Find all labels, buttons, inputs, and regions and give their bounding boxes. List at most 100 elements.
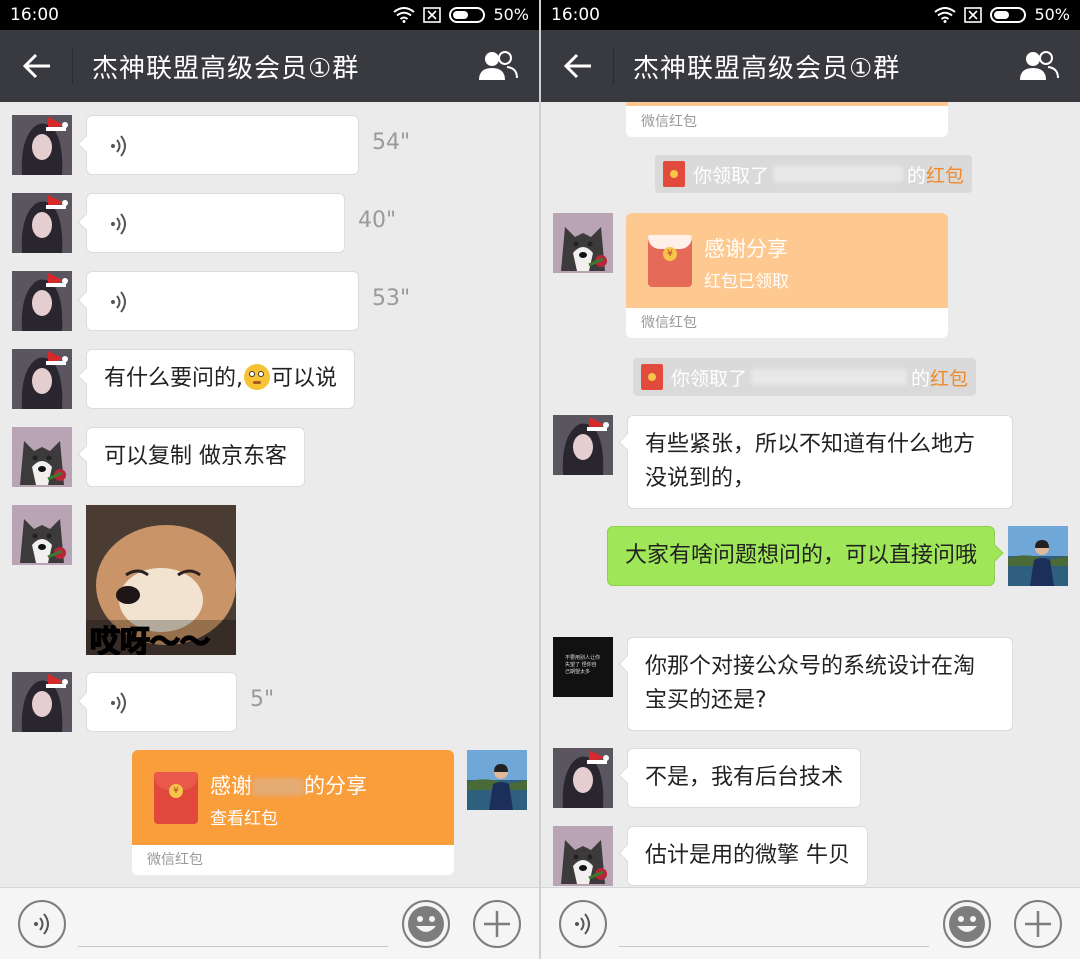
smiley-icon [408, 906, 444, 942]
battery-level: 50% [493, 5, 529, 24]
message-text: 不是，我有后台技术 [645, 765, 844, 790]
battery-icon [449, 6, 486, 23]
voice-icon [111, 213, 126, 235]
avatar-husky[interactable] [12, 505, 72, 565]
flushed-emoji-icon [244, 364, 270, 390]
message-text: 估计是用的微擎 牛贝 [645, 843, 850, 868]
voice-duration: 40" [358, 208, 397, 233]
voice-duration: 53" [372, 286, 411, 311]
text-message[interactable]: 估计是用的微擎 牛贝 [618, 826, 868, 886]
back-arrow-icon[interactable] [563, 52, 593, 80]
avatar-girl[interactable] [553, 415, 613, 475]
text-message[interactable]: 可以复制 做京东客 [77, 427, 305, 487]
red-packet-link[interactable]: 红包 [930, 364, 968, 391]
input-bar [541, 887, 1080, 959]
message-text: 有什么要问的, [104, 366, 243, 391]
emoji-button[interactable] [402, 900, 450, 948]
message-text: 有些紧张，所以不知道有什么地方没说到的， [645, 432, 976, 491]
group-members-icon[interactable] [1018, 50, 1060, 82]
avatar-girl[interactable] [553, 748, 613, 808]
status-time: 16:00 [10, 5, 59, 25]
voice-message[interactable] [77, 271, 359, 331]
message-input[interactable] [619, 946, 929, 947]
plus-icon [484, 911, 510, 937]
red-packet-footer: 微信红包 [641, 315, 697, 331]
avatar-girl[interactable] [12, 115, 72, 175]
status-time: 16:00 [551, 5, 600, 25]
avatar-self[interactable] [467, 750, 527, 810]
right-screen: 16:00 50% 杰神联盟高级会员①群 微信红包 你领取了 的 红包 ¥ 感谢… [541, 0, 1080, 959]
chat-title: 杰神联盟高级会员①群 [92, 54, 360, 84]
voice-message[interactable] [77, 672, 237, 732]
avatar-dark-quote[interactable]: 不要用别人让你失望了 怪你自己期望太多 [553, 637, 613, 697]
system-text: 的 [907, 164, 927, 187]
voice-input-button[interactable] [18, 900, 66, 948]
group-members-icon[interactable] [477, 50, 519, 82]
red-packet-message[interactable]: 微信红包 [626, 102, 948, 137]
red-packet-title-suffix: 的分享 [304, 774, 367, 798]
red-packet-icon [663, 161, 685, 187]
message-list[interactable]: 54" 40" 53" 有什么要问的, 可以说 可以复制 做京东客 哎呀～～ 5… [0, 102, 539, 887]
back-arrow-icon[interactable] [22, 52, 52, 80]
red-packet-link[interactable]: 红包 [926, 161, 964, 188]
red-packet-title-prefix: 感谢 [210, 774, 252, 798]
avatar-self[interactable] [1008, 526, 1068, 586]
avatar-girl[interactable] [12, 672, 72, 732]
input-bar [0, 887, 539, 959]
message-text: 可以复制 做京东客 [104, 444, 287, 469]
message-input[interactable] [78, 946, 388, 947]
text-message[interactable]: 你那个对接公众号的系统设计在淘宝买的还是? [618, 637, 1013, 731]
sent-message[interactable]: 大家有啥问题想问的，可以直接问哦 [607, 526, 1004, 586]
voice-message[interactable] [77, 115, 359, 175]
message-text: 你那个对接公众号的系统设计在淘宝买的还是? [645, 654, 976, 713]
battery-icon [990, 6, 1027, 23]
system-message: 你领取了 的红包 [655, 155, 973, 193]
avatar-husky[interactable] [553, 213, 613, 273]
wifi-icon [393, 6, 416, 23]
red-envelope-icon: ¥ [154, 772, 198, 824]
red-packet-message[interactable]: ¥ 感谢分享 红包已领取 微信红包 [626, 213, 948, 338]
more-button[interactable] [473, 900, 521, 948]
left-screen: 16:00 50% 杰神联盟高级会员①群 54" 40" 53" 有什么要问的,… [0, 0, 539, 959]
text-message[interactable]: 有些紧张，所以不知道有什么地方没说到的， [618, 415, 1013, 509]
message-text: 可以说 [271, 366, 338, 391]
message-list[interactable]: 微信红包 你领取了的红包 ¥ 感谢分享 红包已领取 微信红包 你领取了的红包 有… [541, 102, 1080, 887]
message-text: 大家有啥问题想问的，可以直接问哦 [625, 543, 978, 568]
chat-title: 杰神联盟高级会员①群 [633, 54, 901, 84]
emoji-button[interactable] [943, 900, 991, 948]
text-message[interactable]: 不是，我有后台技术 [618, 748, 862, 808]
system-text: 你领取了 [693, 164, 770, 187]
avatar-girl[interactable] [12, 271, 72, 331]
text-message[interactable]: 有什么要问的, 可以说 [77, 349, 356, 409]
voice-icon [111, 135, 126, 157]
system-text: 的 [911, 367, 931, 390]
red-envelope-icon: ¥ [648, 235, 692, 287]
red-packet-message[interactable]: ¥ 感谢 的分享 查看红包 微信红包 [132, 750, 454, 875]
voice-icon [111, 291, 126, 313]
avatar-girl[interactable] [12, 193, 72, 253]
voice-input-button[interactable] [559, 900, 607, 948]
red-packet-title: 感谢分享 [704, 237, 788, 261]
avatar-quote-text: 不要用别人让你失望了 怪你自己期望太多 [565, 655, 601, 675]
voice-duration: 5" [250, 687, 275, 712]
system-text: 你领取了 [671, 367, 748, 390]
avatar-girl[interactable] [12, 349, 72, 409]
voice-icon [111, 692, 126, 714]
red-packet-subtitle: 红包已领取 [704, 272, 789, 292]
chat-header: 杰神联盟高级会员①群 [0, 30, 539, 102]
avatar-husky[interactable] [12, 427, 72, 487]
more-button[interactable] [1014, 900, 1062, 948]
voice-duration: 54" [372, 130, 411, 155]
avatar-husky[interactable] [553, 826, 613, 886]
voice-message[interactable] [77, 193, 345, 253]
status-bar: 16:00 50% [541, 0, 1080, 30]
sticker-caption: 哎呀～～ [89, 624, 211, 655]
smiley-icon [949, 906, 985, 942]
shiba-sticker[interactable]: 哎呀～～ [86, 505, 236, 655]
red-packet-icon [641, 364, 663, 390]
red-packet-subtitle: 查看红包 [210, 809, 278, 829]
status-bar: 16:00 50% [0, 0, 539, 30]
red-packet-footer: 微信红包 [147, 852, 203, 868]
voice-icon [575, 913, 590, 935]
red-packet-footer: 微信红包 [641, 114, 697, 130]
